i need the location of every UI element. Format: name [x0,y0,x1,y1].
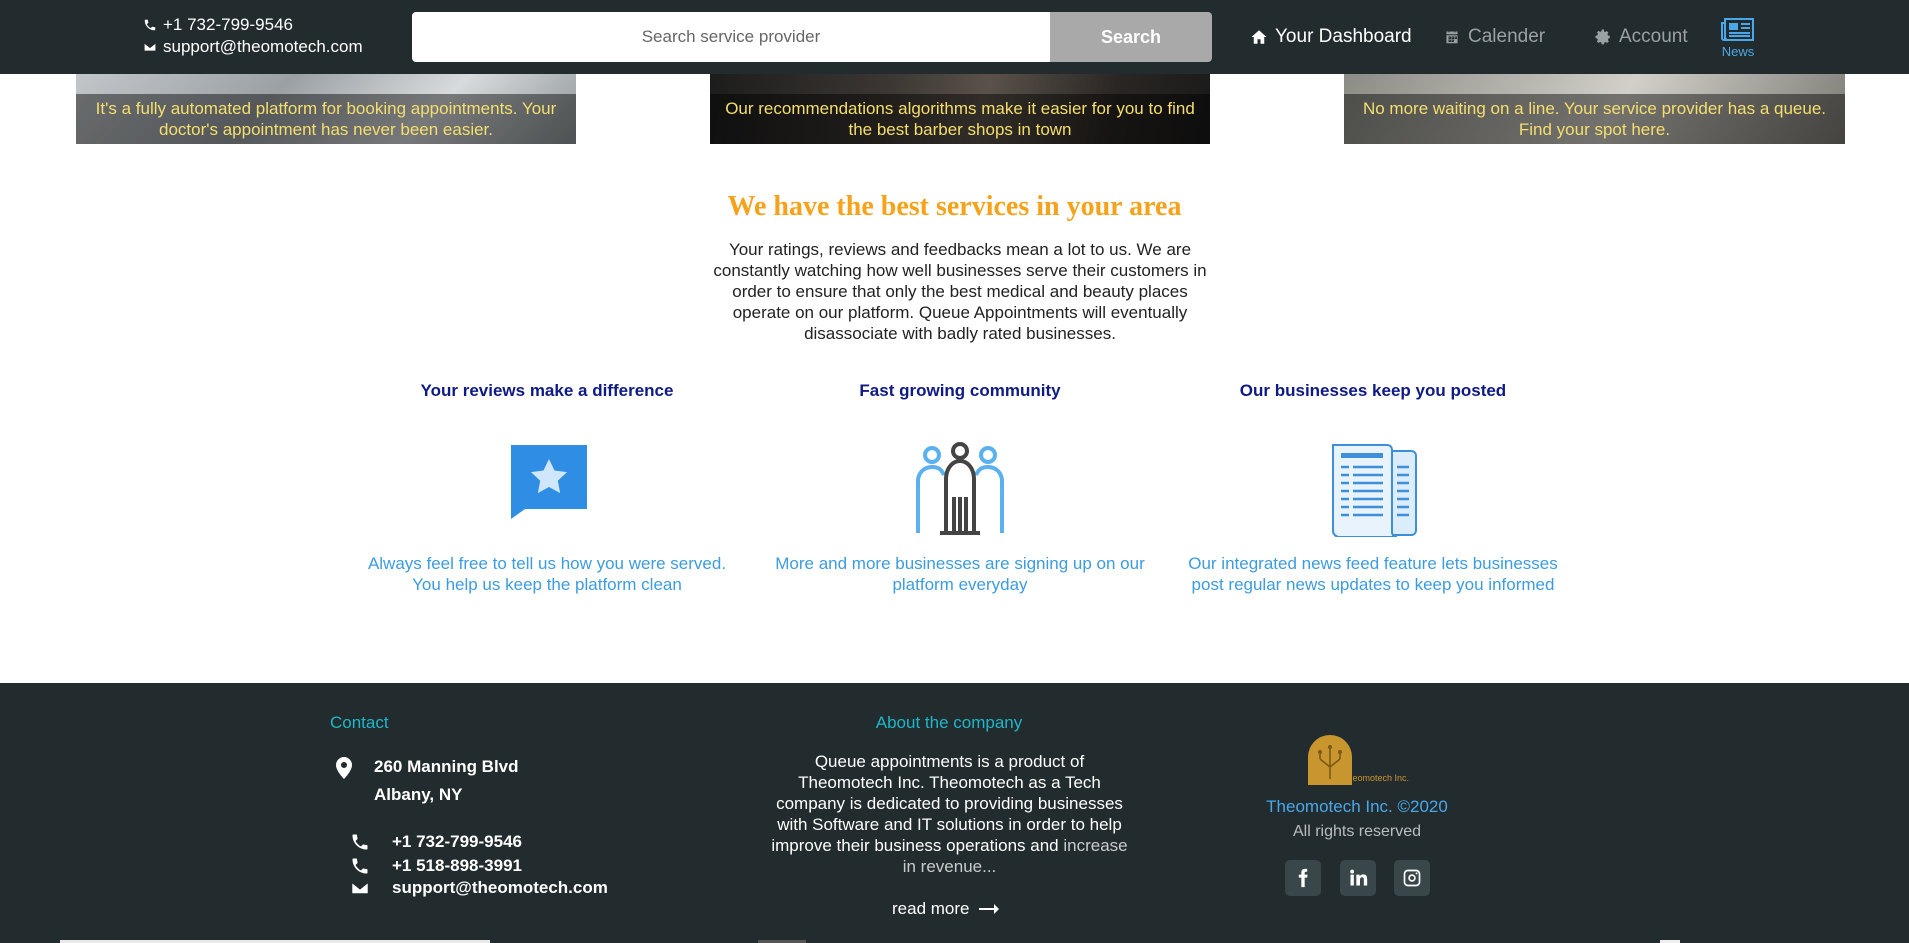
svg-text:Theomotech Inc.: Theomotech Inc. [1342,773,1409,783]
phone-icon [352,834,368,850]
map-pin-icon [336,757,352,779]
arrow-right-icon [979,904,1000,914]
linkedin-button[interactable] [1340,860,1376,896]
header-email: support@theomotech.com [143,36,363,58]
newspaper-nav-icon [1721,18,1754,41]
instagram-button[interactable] [1394,860,1430,896]
header-contact: +1 732-799-9546 support@theomotech.com [143,14,363,58]
address-line2: Albany, NY [374,785,463,804]
feature-title: Our businesses keep you posted [1239,381,1507,400]
feature-text: Our integrated news feed feature lets bu… [1188,554,1558,594]
phone-icon [144,19,156,31]
rights-reserved: All rights reserved [1292,823,1422,840]
feature-text: Always feel free to tell us how you were… [367,554,727,594]
footer-phone-2[interactable]: +1 518-898-3991 [350,856,522,876]
envelope-icon [143,42,157,52]
phone-icon [352,858,368,874]
header-phone: +1 732-799-9546 [143,14,363,36]
top-navbar: +1 732-799-9546 support@theomotech.com S… [0,0,1909,74]
nav-dashboard[interactable]: Your Dashboard [1250,0,1412,74]
theomotech-logo: Theomotech Inc. [1308,735,1409,785]
footer-address: 260 Manning Blvd Albany, NY [336,753,519,809]
footer: Contact 260 Manning Blvd Albany, NY +1 7… [0,683,1909,943]
feature-news: Our businesses keep you posted Our integ… [1188,381,1558,595]
calendar-icon [1445,29,1459,45]
banner-caption: Our recommendations algorithms make it e… [710,94,1210,144]
nav-news[interactable]: News [1718,17,1758,59]
company-copyright: Theomotech Inc. ©2020 [1266,797,1448,816]
search-bar: Search [412,12,1212,62]
feature-community: Fast growing community More and more bus… [775,381,1145,595]
nav-account[interactable]: Account [1594,0,1688,74]
feature-reviews: Your reviews make a difference Always fe… [362,381,732,595]
address-line1: 260 Manning Blvd [374,757,519,776]
feature-title: Fast growing community [859,381,1061,400]
newspaper-icon [1332,444,1417,537]
instagram-icon [1403,869,1421,887]
feature-text: More and more businesses are signing up … [775,554,1145,594]
community-icon [916,442,1004,535]
read-more-link[interactable]: read more [892,899,1000,919]
nav-calendar[interactable]: Calender [1443,0,1545,74]
footer-phone-1[interactable]: +1 732-799-9546 [350,832,522,852]
linkedin-icon [1350,869,1368,886]
star-review-icon [511,445,587,519]
feature-title: Your reviews make a difference [420,381,674,400]
search-button[interactable]: Search [1050,12,1212,62]
footer-about-heading: About the company [875,713,1023,732]
services-intro: Your ratings, reviews and feedbacks mean… [713,240,1207,343]
facebook-button[interactable] [1285,860,1321,896]
gear-icon [1595,29,1610,45]
envelope-icon [351,881,369,895]
facebook-icon [1298,868,1308,888]
home-icon [1251,30,1267,44]
footer-email[interactable]: support@theomotech.com [350,878,608,898]
banner-caption: No more waiting on a line. Your service … [1344,94,1845,144]
banner-caption: It's a fully automated platform for book… [76,94,576,144]
services-heading: We have the best services in your area [727,191,1182,222]
search-input[interactable] [412,12,1050,62]
footer-about-text: Queue appointments is a product of Theom… [771,752,1128,876]
